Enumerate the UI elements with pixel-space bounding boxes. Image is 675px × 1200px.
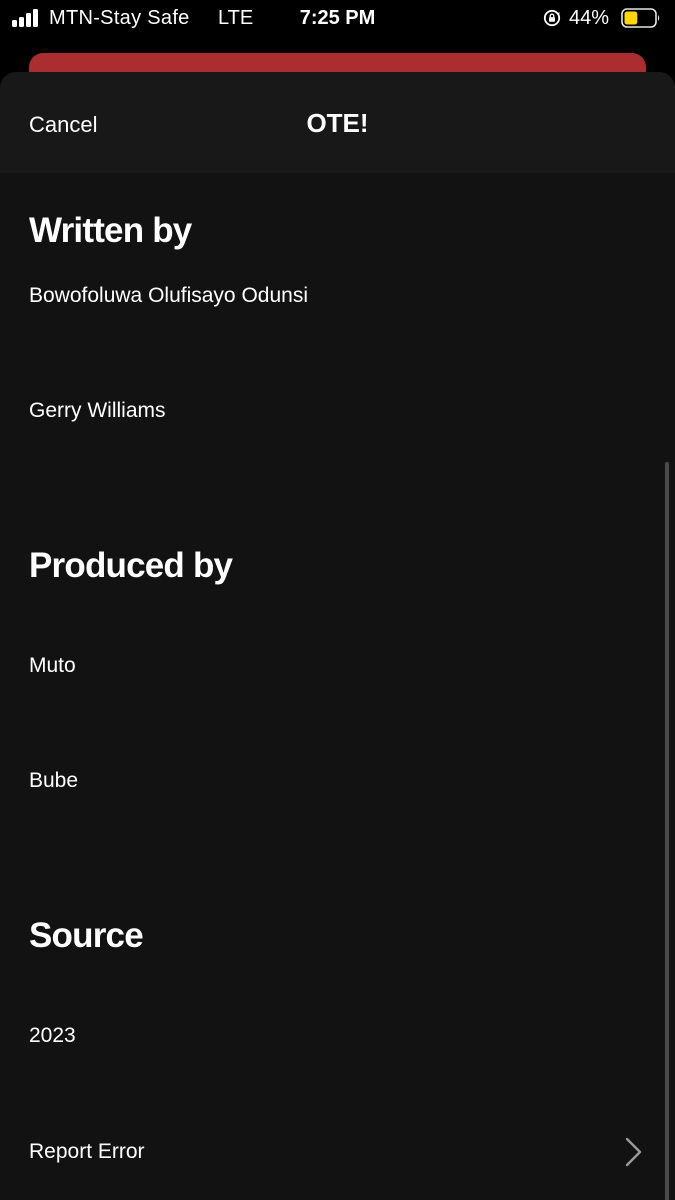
sheet-header: Cancel OTE! bbox=[0, 72, 675, 173]
credit-item[interactable]: Bube bbox=[29, 769, 78, 793]
section-title-source: Source bbox=[29, 916, 144, 955]
section-title-written-by: Written by bbox=[29, 211, 192, 250]
sheet-title: OTE! bbox=[306, 108, 369, 138]
credit-item[interactable]: Muto bbox=[29, 654, 76, 678]
credit-item[interactable]: Gerry Williams bbox=[29, 399, 166, 423]
report-error-row[interactable]: Report Error bbox=[0, 1120, 675, 1184]
status-bar: MTN-Stay Safe LTE 7:25 PM 44% bbox=[0, 0, 675, 40]
battery-icon bbox=[621, 8, 660, 28]
report-error-label: Report Error bbox=[29, 1140, 145, 1163]
scrollbar[interactable] bbox=[665, 462, 669, 1200]
battery-percentage: 44% bbox=[569, 7, 610, 29]
section-title-produced-by: Produced by bbox=[29, 546, 233, 585]
credits-sheet: Cancel OTE! Written by Bowofoluwa Olufis… bbox=[0, 72, 675, 1200]
chevron-right-icon bbox=[625, 1137, 642, 1167]
credit-item[interactable]: Bowofoluwa Olufisayo Odunsi bbox=[29, 284, 308, 308]
rotation-lock-icon bbox=[543, 9, 561, 27]
source-value: 2023 bbox=[29, 1024, 76, 1047]
